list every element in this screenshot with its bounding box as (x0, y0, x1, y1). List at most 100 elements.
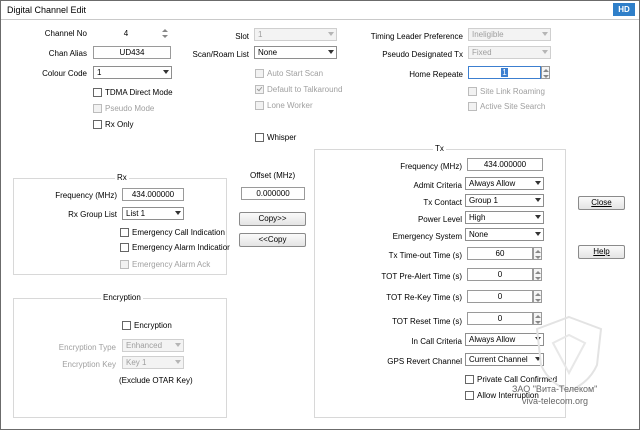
whisper-checkbox[interactable] (255, 133, 264, 142)
tx-frequency-field[interactable]: 434.000000 (467, 158, 543, 171)
gps-revert-label: GPS Revert Channel (387, 357, 462, 366)
chevron-down-icon (163, 70, 169, 74)
tdma-direct-checkbox[interactable] (93, 88, 102, 97)
tot-reset-field[interactable]: 0 (467, 312, 533, 325)
lone-worker-checkbox[interactable] (255, 101, 264, 110)
tx-contact-label: Tx Contact (423, 198, 462, 207)
rx-only-checkbox[interactable] (93, 120, 102, 129)
active-site-search-label: Active Site Search (480, 102, 546, 111)
home-repeater-field[interactable]: 1 (468, 66, 541, 79)
emergency-system-label: Emergency System (392, 232, 462, 241)
auto-start-scan-checkbox[interactable] (255, 69, 264, 78)
watermark-site: viva-telecom.org (522, 396, 589, 406)
tx-group-title: Tx (433, 144, 446, 154)
power-level-value: High (469, 213, 486, 222)
emergency-alarm-ack-checkbox[interactable] (120, 260, 129, 269)
encryption-group-title: Encryption (101, 293, 143, 303)
home-repeater-label: Home Repeate (409, 70, 463, 79)
encryption-key-value: Key 1 (126, 358, 147, 367)
tx-contact-select[interactable]: Group 1 (465, 194, 544, 207)
chan-alias-field[interactable]: UD434 (93, 46, 171, 59)
admit-criteria-value: Always Allow (469, 179, 516, 188)
power-level-select[interactable]: High (465, 211, 544, 224)
timing-leader-label: Timing Leader Preference (370, 32, 463, 41)
close-button[interactable]: Close (578, 196, 625, 210)
emergency-call-checkbox[interactable] (120, 228, 129, 237)
encryption-group (13, 298, 227, 418)
chevron-down-icon (535, 232, 541, 236)
encryption-type-value: Enhanced (126, 341, 163, 350)
chan-alias-label: Chan Alias (48, 49, 87, 58)
timing-leader-value: Ineligible (472, 30, 504, 39)
colour-code-value: 1 (97, 68, 102, 77)
tx-timeout-field[interactable]: 60 (467, 247, 533, 260)
pseudo-tx-value: Fixed (472, 48, 492, 57)
colour-code-select[interactable]: 1 (93, 66, 172, 79)
home-repeater-spinner[interactable] (541, 66, 550, 79)
slot-select[interactable]: 1 (254, 28, 337, 41)
active-site-search-checkbox[interactable] (468, 102, 477, 111)
tot-rekey-field[interactable]: 0 (467, 290, 533, 303)
chevron-down-icon (175, 360, 181, 364)
default-talkaround-label: Default to Talkaround (267, 85, 343, 94)
site-link-roaming-label: Site Link Roaming (480, 87, 545, 96)
tot-prealert-spinner[interactable] (533, 268, 542, 281)
site-link-roaming-checkbox[interactable] (468, 87, 477, 96)
chevron-down-icon (328, 32, 334, 36)
timing-leader-select[interactable]: Ineligible (468, 28, 551, 41)
pseudo-mode-checkbox[interactable] (93, 104, 102, 113)
default-talkaround-checkbox[interactable] (255, 85, 264, 94)
tot-prealert-field[interactable]: 0 (467, 268, 533, 281)
admit-criteria-select[interactable]: Always Allow (465, 177, 544, 190)
shield-watermark-icon (535, 315, 603, 393)
rx-group-list-select[interactable]: List 1 (122, 207, 184, 220)
pseudo-tx-label: Pseudo Designated Tx (382, 50, 463, 59)
tot-prealert-label: TOT Pre-Alert Time (s) (381, 272, 462, 281)
pseudo-tx-select[interactable]: Fixed (468, 46, 551, 59)
emergency-system-select[interactable]: None (465, 228, 544, 241)
emergency-call-label: Emergency Call Indication (132, 228, 225, 237)
exclude-otar-note: (Exclude OTAR Key) (119, 376, 193, 385)
rx-frequency-field[interactable]: 434.000000 (122, 188, 184, 201)
power-level-label: Power Level (417, 215, 462, 224)
private-call-checkbox[interactable] (465, 375, 474, 384)
close-button-label: Close (591, 198, 612, 207)
offset-field[interactable]: 0.000000 (241, 187, 305, 200)
watermark-company: ЗАО "Вита-Телеком" (512, 384, 598, 394)
rx-frequency-label: Frequency (MHz) (55, 191, 117, 200)
tx-timeout-spinner[interactable] (533, 247, 542, 260)
scan-roam-select[interactable]: None (254, 46, 337, 59)
tot-rekey-spinner[interactable] (533, 290, 542, 303)
dialog-window: Digital Channel Edit HD Channel No 4 Cha… (0, 0, 640, 430)
encryption-checkbox[interactable] (122, 321, 131, 330)
tx-contact-value: Group 1 (469, 196, 498, 205)
title-bar: Digital Channel Edit HD (1, 1, 639, 20)
tdma-direct-label: TDMA Direct Mode (105, 88, 173, 97)
emergency-alarm-ack-label: Emergency Alarm Ack (132, 260, 211, 269)
encryption-key-label: Encryption Key (62, 360, 116, 369)
copy-to-rx-button[interactable]: <<Copy (239, 233, 306, 247)
encryption-type-select[interactable]: Enhanced (122, 339, 184, 352)
help-button-label: Help (593, 247, 610, 256)
rx-only-label: Rx Only (105, 120, 134, 129)
hd-badge: HD (613, 3, 635, 16)
emergency-alarm-checkbox[interactable] (120, 243, 129, 252)
chevron-down-icon (535, 215, 541, 219)
encryption-type-label: Encryption Type (58, 343, 116, 352)
channel-no-label: Channel No (44, 29, 87, 38)
rx-group-title: Rx (115, 173, 129, 183)
copy-to-tx-button[interactable]: Copy>> (239, 212, 306, 226)
scan-roam-value: None (258, 48, 278, 57)
emergency-system-value: None (469, 230, 489, 239)
allow-interruption-checkbox[interactable] (465, 391, 474, 400)
offset-label: Offset (MHz) (250, 171, 296, 180)
encryption-key-select[interactable]: Key 1 (122, 356, 184, 369)
chevron-down-icon (542, 50, 548, 54)
chevron-down-icon (328, 50, 334, 54)
window-title: Digital Channel Edit (7, 5, 87, 15)
help-button[interactable]: Help (578, 245, 625, 259)
channel-no-spinner[interactable] (161, 27, 170, 40)
in-call-criteria-label: In Call Criteria (411, 337, 462, 346)
rx-group-list-label: Rx Group List (68, 210, 117, 219)
channel-no-field[interactable]: 4 (93, 27, 159, 40)
